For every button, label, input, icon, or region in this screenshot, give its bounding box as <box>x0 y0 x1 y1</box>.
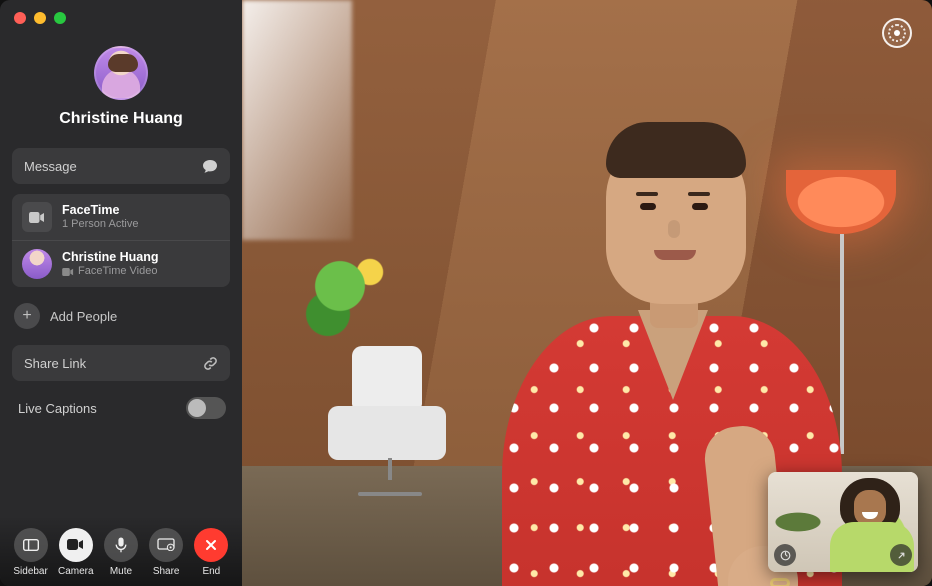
pip-effects-button[interactable] <box>774 544 796 566</box>
expand-icon <box>896 550 907 561</box>
sidebar-icon <box>23 539 39 551</box>
pip-expand-button[interactable] <box>890 544 912 566</box>
microphone-icon <box>115 537 127 553</box>
call-participants-block: FaceTime 1 Person Active Christine Huang… <box>12 194 230 287</box>
live-photo-button[interactable] <box>882 18 912 48</box>
call-sidebar: Christine Huang Message FaceTime 1 Perso… <box>0 0 242 586</box>
call-status: 1 Person Active <box>62 218 138 231</box>
call-controls: Sidebar Camera Mute Share <box>0 516 242 586</box>
facetime-video-icon <box>22 202 52 232</box>
mute-button[interactable]: Mute <box>100 528 142 577</box>
participant-row[interactable]: Christine Huang FaceTime Video <box>12 240 230 287</box>
video-icon <box>62 268 74 276</box>
participant-avatar <box>22 249 52 279</box>
window-traffic-lights <box>14 12 66 24</box>
camera-icon <box>67 539 84 550</box>
facetime-window: Christine Huang Message FaceTime 1 Perso… <box>0 0 932 586</box>
add-people-label: Add People <box>50 309 117 324</box>
participant-mode: FaceTime Video <box>62 265 159 278</box>
message-label: Message <box>24 159 77 174</box>
call-summary-row[interactable]: FaceTime 1 Person Active <box>12 194 230 240</box>
participant-name: Christine Huang <box>62 250 159 265</box>
share-button[interactable]: Share <box>145 528 187 577</box>
add-people-button[interactable]: + Add People <box>12 297 230 335</box>
caller-name: Christine Huang <box>59 110 183 128</box>
close-icon <box>204 538 218 552</box>
live-captions-row: Live Captions <box>12 391 230 425</box>
plus-icon: + <box>14 303 40 329</box>
window-minimize-button[interactable] <box>34 12 46 24</box>
effects-icon <box>780 550 791 561</box>
share-link-label: Share Link <box>24 356 86 371</box>
live-captions-toggle[interactable] <box>186 397 226 419</box>
camera-button[interactable]: Camera <box>55 528 97 577</box>
screenshare-icon <box>157 538 175 551</box>
remote-video[interactable] <box>242 0 932 586</box>
window-zoom-button[interactable] <box>54 12 66 24</box>
share-link-button[interactable]: Share Link <box>12 345 230 381</box>
window-close-button[interactable] <box>14 12 26 24</box>
sidebar-toggle-button[interactable]: Sidebar <box>10 528 52 577</box>
call-app-name: FaceTime <box>62 203 138 218</box>
end-call-button[interactable]: End <box>190 528 232 577</box>
link-icon <box>203 356 218 371</box>
caller-avatar[interactable] <box>94 46 148 100</box>
message-icon <box>202 159 218 174</box>
self-view[interactable] <box>768 472 918 572</box>
message-button[interactable]: Message <box>12 148 230 184</box>
live-captions-label: Live Captions <box>18 401 97 416</box>
